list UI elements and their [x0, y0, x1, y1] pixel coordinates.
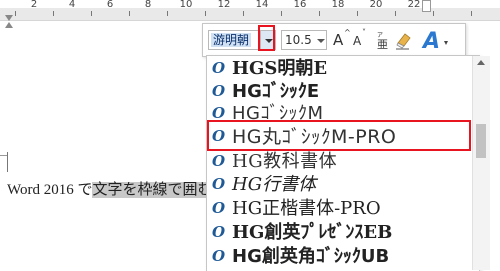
- scroll-thumb[interactable]: [476, 124, 486, 158]
- font-list-scrollbar[interactable]: [472, 56, 490, 270]
- truetype-o-icon: O: [212, 199, 226, 217]
- ruler-tick: [433, 11, 434, 16]
- phonetic-guide-icon: ア 亜: [377, 32, 388, 51]
- font-list-item-label: HG行書体: [232, 174, 317, 195]
- ruler-number: 16: [293, 0, 307, 10]
- font-list-item[interactable]: O HG創英角ｺﾞｼｯｸUB: [207, 245, 469, 268]
- font-size-combobox[interactable]: 10.5: [281, 30, 327, 50]
- ruler-number: 2: [30, 0, 38, 10]
- text-effect-icon: A: [421, 29, 448, 54]
- font-list-item-label: HG創英ﾌﾟﾚｾﾞﾝｽEB: [232, 222, 393, 243]
- ruler-tick: [319, 11, 320, 16]
- highlight-box-dropdown: [258, 25, 275, 51]
- font-list-item-label: HG創英角ｺﾞｼｯｸUB: [232, 246, 390, 267]
- hanging-indent-handle[interactable]: [5, 22, 13, 28]
- ruler-number: 10: [179, 0, 193, 10]
- font-name-combobox[interactable]: 游明朝: [208, 30, 261, 50]
- truetype-o-icon: O: [212, 59, 226, 77]
- ruler-tick: [129, 11, 130, 16]
- text-effect-glyph: A: [421, 29, 440, 51]
- highlight-box-font-item: [207, 120, 471, 151]
- truetype-o-icon: O: [212, 82, 226, 100]
- margin-mark: [0, 155, 7, 156]
- chevron-down-icon[interactable]: [317, 39, 325, 43]
- first-line-indent-handle[interactable]: [5, 15, 13, 21]
- font-name-value[interactable]: 游明朝: [211, 33, 252, 47]
- grow-font-icon: A: [333, 31, 344, 49]
- truetype-o-icon: O: [212, 175, 226, 193]
- font-list-item[interactable]: O HGｺﾞｼｯｸE: [207, 80, 469, 103]
- svg-text:亜: 亜: [377, 38, 388, 51]
- ruler-number: 6: [106, 0, 114, 10]
- truetype-o-icon: O: [212, 247, 226, 265]
- ruler-tick: [395, 11, 396, 16]
- font-list-item[interactable]: O HGS明朝E: [207, 57, 469, 80]
- ruler-number: 18: [331, 0, 345, 10]
- font-list-item[interactable]: O HG行書体: [207, 173, 469, 196]
- ruler-tick: [167, 11, 168, 16]
- ruler-number: 4: [68, 0, 76, 10]
- indent-marker[interactable]: [5, 15, 13, 29]
- grow-font-button[interactable]: A ^: [333, 29, 351, 51]
- ruler-number: 20: [369, 0, 383, 10]
- shrink-font-button[interactable]: A ˅: [353, 29, 371, 51]
- truetype-o-icon: O: [212, 223, 226, 241]
- caret-up-icon: ^: [344, 28, 351, 37]
- ruler-tick: [15, 11, 16, 16]
- font-list-item-label: HGｺﾞｼｯｸE: [232, 81, 320, 102]
- ruler-tick: [471, 11, 472, 16]
- font-list: O HGS明朝E O HGｺﾞｼｯｸE O HGｺﾞｼｯｸM O HG丸ｺﾞｼｯ…: [206, 55, 480, 271]
- ruler-number: 8: [144, 0, 152, 10]
- ruler-tick: [91, 11, 92, 16]
- mini-toolbar: 游明朝 10.5 A ^ A ˅ ア 亜 A: [202, 23, 466, 57]
- clear-formatting-icon: [396, 33, 411, 50]
- font-list-item[interactable]: O HG創英ﾌﾟﾚｾﾞﾝｽEB: [207, 221, 469, 244]
- selected-text: 文字を枠線で囲む: [92, 182, 213, 198]
- truetype-o-icon: O: [212, 152, 226, 170]
- document-paragraph[interactable]: Word 2016 で文字を枠線で囲む: [7, 180, 213, 200]
- caret-down-icon: ˅: [362, 28, 366, 37]
- ruler-right-marker[interactable]: [422, 0, 431, 12]
- ruler-number: 14: [255, 0, 269, 10]
- font-list-item[interactable]: O HG正楷書体-PRO: [207, 197, 469, 220]
- font-list-item-label: HG正楷書体-PRO: [232, 198, 381, 219]
- clear-formatting-button[interactable]: [394, 29, 414, 51]
- ruler-tick: [53, 11, 54, 16]
- scroll-up-icon[interactable]: [477, 60, 485, 65]
- phonetic-guide-button[interactable]: ア 亜: [374, 29, 392, 51]
- ruler-tick: [357, 11, 358, 16]
- ruler-tick: [243, 11, 244, 16]
- text-cursor: [7, 152, 8, 172]
- ruler-tick: [205, 11, 206, 16]
- font-list-item[interactable]: O HG教科書体: [207, 150, 469, 173]
- paragraph-text: Word 2016 で: [7, 182, 93, 198]
- shrink-font-icon: A: [353, 34, 362, 48]
- ruler-tick: [281, 11, 282, 16]
- horizontal-ruler[interactable]: 2 4 6 8 10 12 14 16 18 20 22: [0, 0, 500, 22]
- ruler-number: 22: [407, 0, 421, 10]
- font-list-item-label: HGS明朝E: [232, 58, 328, 79]
- font-list-item-label: HG教科書体: [232, 151, 338, 172]
- font-size-value[interactable]: 10.5: [285, 33, 312, 47]
- text-effect-button[interactable]: A: [421, 29, 459, 54]
- ruler-number: 12: [217, 0, 231, 10]
